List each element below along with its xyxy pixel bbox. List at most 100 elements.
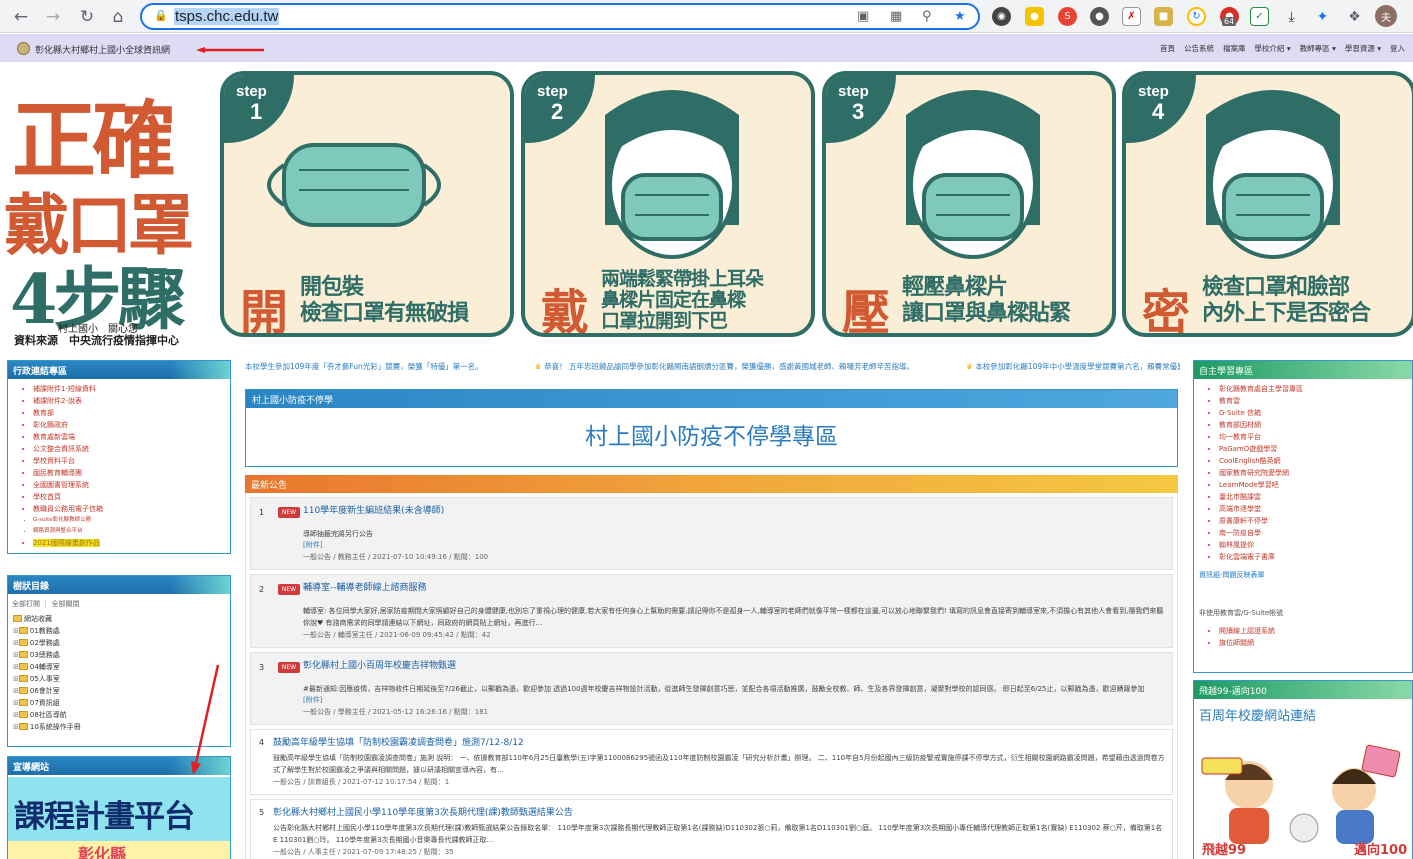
site-menu-item[interactable]: 首頁 bbox=[1160, 43, 1175, 54]
tree-folder[interactable]: ⊞ 03總務處 bbox=[13, 649, 225, 661]
self-learning-link[interactable]: 彰化雲端電子書庫 bbox=[1219, 551, 1412, 563]
self-learning-link[interactable]: 彰化縣教育處自主學習專區 bbox=[1219, 383, 1412, 395]
news-title-link[interactable]: 輔導室--輔導老師線上諮商服務 bbox=[303, 581, 1166, 595]
extension-icon[interactable]: ✓ bbox=[1250, 7, 1269, 26]
step-instructions: 開包裝 檢查口罩有無破損 bbox=[300, 275, 469, 327]
self-learning-link[interactable]: LearnMode學習吧 bbox=[1219, 479, 1412, 491]
step-instruction-line: 開包裝 bbox=[300, 275, 364, 300]
extension-icon[interactable]: ◉ bbox=[992, 7, 1011, 26]
anniversary-mascot-illustration[interactable]: 飛越99 邁向100 bbox=[1194, 730, 1412, 859]
self-learning-link[interactable]: CoolEnglish酷英網 bbox=[1219, 455, 1412, 467]
covid-zone-link[interactable]: 村上國小防疫不停學專區 bbox=[246, 408, 1177, 463]
admin-link[interactable]: 補課附件1-短線資料 bbox=[33, 383, 230, 395]
site-menu-item[interactable]: 公告系統 bbox=[1184, 43, 1214, 54]
admin-link[interactable]: 網路資源與整合平台 bbox=[33, 526, 230, 537]
site-menu-item[interactable]: 檔案庫 bbox=[1223, 43, 1246, 54]
url-text[interactable]: tsps.chc.edu.tw bbox=[174, 8, 280, 25]
bookmark-star-icon[interactable]: ★ bbox=[954, 9, 966, 24]
self-learning-link[interactable]: G-Suite 信箱 bbox=[1219, 407, 1412, 419]
self-learning-link[interactable]: PaGamO遊戲學習 bbox=[1219, 443, 1412, 455]
self-learning-link[interactable]: 翰林風提你 bbox=[1219, 539, 1412, 551]
self-learning-link[interactable]: 高端市達學堂 bbox=[1219, 503, 1412, 515]
anniversary-link[interactable]: 百周年校慶網站連結 bbox=[1194, 699, 1412, 730]
qr-code-icon[interactable]: ▦ bbox=[890, 9, 902, 24]
new-badge: NEW bbox=[278, 507, 300, 518]
admin-link[interactable]: 全國圖書管理系統 bbox=[33, 479, 230, 491]
news-title-link[interactable]: 110學年度新生編班結果(未含導師) bbox=[303, 504, 1166, 518]
extension-icon[interactable]: ✗ bbox=[1122, 7, 1141, 26]
attachment-link[interactable]: [附件] bbox=[303, 695, 1166, 706]
admin-link-text[interactable]: 2021國際繪畫創作品 bbox=[33, 539, 100, 547]
extension-icon[interactable]: ● bbox=[1025, 7, 1044, 26]
admin-link[interactable]: 補課附件2-說表 bbox=[33, 395, 230, 407]
self-learning-link[interactable]: 均一教育平台 bbox=[1219, 431, 1412, 443]
marquee-item[interactable]: ♛ 本校參加彰化縣109年中小學溫度學堂競賽第六名，賴賽常優異 bbox=[966, 362, 1180, 371]
home-icon[interactable]: ⌂ bbox=[107, 6, 129, 28]
back-icon[interactable]: ← bbox=[10, 6, 32, 28]
forward-icon[interactable]: → bbox=[42, 6, 64, 28]
address-bar[interactable]: 🔒 tsps.chc.edu.tw ▣ ▦ ⚲ ★ bbox=[140, 3, 980, 30]
site-menu-item[interactable]: 教師專區 ▾ bbox=[1300, 43, 1336, 54]
school-logo[interactable] bbox=[17, 42, 30, 55]
profile-avatar[interactable]: 夫 bbox=[1375, 5, 1397, 27]
marquee-item[interactable]: 本校學生參加109年度「夯才藝Fun光彩」競賽，榮獲「特優」第一名。 bbox=[245, 362, 509, 371]
admin-link[interactable]: 教職員公務用電子信箱 bbox=[33, 503, 230, 515]
admin-link[interactable]: 學校資料平台 bbox=[33, 455, 230, 467]
news-title-link[interactable]: 彰化縣村上國小百周年校慶吉祥物甄選 bbox=[303, 659, 1166, 673]
admin-link[interactable]: 教育部 bbox=[33, 407, 230, 419]
tree-controls[interactable]: 全部打開 ｜ 全部關閉 bbox=[8, 594, 230, 611]
self-learning-link[interactable]: 教育部因材網 bbox=[1219, 419, 1412, 431]
news-marquee[interactable]: 本校學生參加109年度「夯才藝Fun光彩」競賽，榮獲「特優」第一名。 ♛ 恭喜！ … bbox=[245, 361, 1180, 373]
mask-banner-carousel[interactable]: 正確 戴口罩 4步驟 村上國小 關心您 資料來源 中央流行疫情指揮中心 step… bbox=[0, 66, 1413, 402]
self-learning-link[interactable]: 開讀線上認證系統 bbox=[1219, 625, 1412, 637]
news-title-link[interactable]: 鼓勵高年級學生協填「防制校園霸凌調查問卷」施測7/12-8/12 bbox=[273, 736, 1166, 750]
admin-link[interactable]: 教育處新雲端 bbox=[33, 431, 230, 443]
news-number: 2 bbox=[259, 585, 265, 594]
extension-icon[interactable]: ✦ bbox=[1313, 7, 1332, 26]
admin-link[interactable]: 學校首頁 bbox=[33, 491, 230, 503]
admin-link[interactable]: 彰化縣政府 bbox=[33, 419, 230, 431]
marquee-text[interactable]: 恭喜！ 五年忠班饒品諭同學參加彰化縣閩南語朗讀分區賽，榮獲優勝，感謝黃國城老師、… bbox=[544, 362, 914, 371]
self-learning-link[interactable]: 教育雲 bbox=[1219, 395, 1412, 407]
zoom-icon[interactable]: ⚲ bbox=[922, 9, 932, 24]
site-menu-item[interactable]: 登入 bbox=[1390, 43, 1405, 54]
puzzle-icon[interactable]: ❖ bbox=[1345, 7, 1364, 26]
self-learning-link[interactable]: 臺北市酷課雲 bbox=[1219, 491, 1412, 503]
tree-folder[interactable]: ⊞ 02學務處 bbox=[13, 637, 225, 649]
marquee-text[interactable]: 本校參加彰化縣109年中小學溫度學堂競賽第六名，賴賽常優異 bbox=[975, 362, 1180, 371]
admin-links-panel: 行政連結專區 補課附件1-短線資料補課附件2-說表教育部彰化縣政府教育處新雲端公… bbox=[7, 360, 231, 554]
step-instruction-line: 輕壓鼻樑片 bbox=[902, 275, 1008, 300]
admin-link[interactable]: G-suite彰化縣教師公務 bbox=[33, 515, 230, 526]
download-icon[interactable]: ⤓ bbox=[1282, 7, 1301, 26]
self-learning-link[interactable]: 旗位師閱網 bbox=[1219, 637, 1412, 649]
attachment-link[interactable]: [附件] bbox=[303, 540, 1166, 551]
site-menu-item[interactable]: 學習資源 ▾ bbox=[1345, 43, 1381, 54]
extension-icon[interactable]: ● bbox=[1090, 7, 1109, 26]
self-learning-link[interactable]: 國家教育研究院愛學網 bbox=[1219, 467, 1412, 479]
panel-heading: 自主學習專區 bbox=[1194, 361, 1412, 379]
course-plan-banner[interactable]: 課程計畫平台 彰化縣 bbox=[8, 777, 230, 859]
step-keyword: 密 bbox=[1142, 285, 1191, 337]
cast-icon[interactable]: ▣ bbox=[857, 9, 869, 24]
support-form-link[interactable]: 資訊組-問題反映表單 bbox=[1194, 567, 1412, 583]
tree-folder[interactable]: ⊞ 01教務處 bbox=[13, 625, 225, 637]
panel-heading: 飛越99-邁向100 bbox=[1194, 681, 1412, 699]
extension-icon[interactable]: S bbox=[1058, 7, 1077, 26]
step-instructions: 檢查口罩和臉部 內外上下是否密合 bbox=[1202, 275, 1371, 327]
tree-root[interactable]: 網站收藏 bbox=[13, 613, 225, 625]
admin-link[interactable]: 國民教育輔導團 bbox=[33, 467, 230, 479]
self-learning-link[interactable]: 原書康軒不停學 bbox=[1219, 515, 1412, 527]
admin-link[interactable]: 公文整合資訊系統 bbox=[33, 443, 230, 455]
extension-icon[interactable]: ↻ bbox=[1187, 7, 1206, 26]
tree-folder-label: 08社區導航 bbox=[29, 711, 67, 719]
marquee-text[interactable]: 本校學生參加109年度「夯才藝Fun光彩」競賽，榮獲「特優」第一名。 bbox=[245, 362, 483, 371]
news-title-link[interactable]: 彰化縣大村鄉村上國民小學110學年度第3次長期代理(課)教師甄選結果公告 bbox=[273, 806, 1166, 820]
reload-icon[interactable]: ↻ bbox=[76, 6, 98, 28]
site-menu-item[interactable]: 學校介紹 ▾ bbox=[1255, 43, 1291, 54]
admin-link[interactable]: 2021國際繪畫創作品 bbox=[33, 537, 230, 549]
site-title[interactable]: 彰化縣大村鄉村上國小全球資訊網 bbox=[35, 43, 170, 56]
marquee-item[interactable]: ♛ 恭喜！ 五年忠班饒品諭同學參加彰化縣閩南語朗讀分區賽，榮獲優勝，感謝黃國城老… bbox=[535, 362, 940, 371]
self-learning-link[interactable]: 南一防疫自學 bbox=[1219, 527, 1412, 539]
extension-icon[interactable]: ■ bbox=[1154, 7, 1173, 26]
step-card: step 3 壓輕壓鼻樑片 讓口罩與鼻樑貼緊 bbox=[822, 71, 1116, 337]
